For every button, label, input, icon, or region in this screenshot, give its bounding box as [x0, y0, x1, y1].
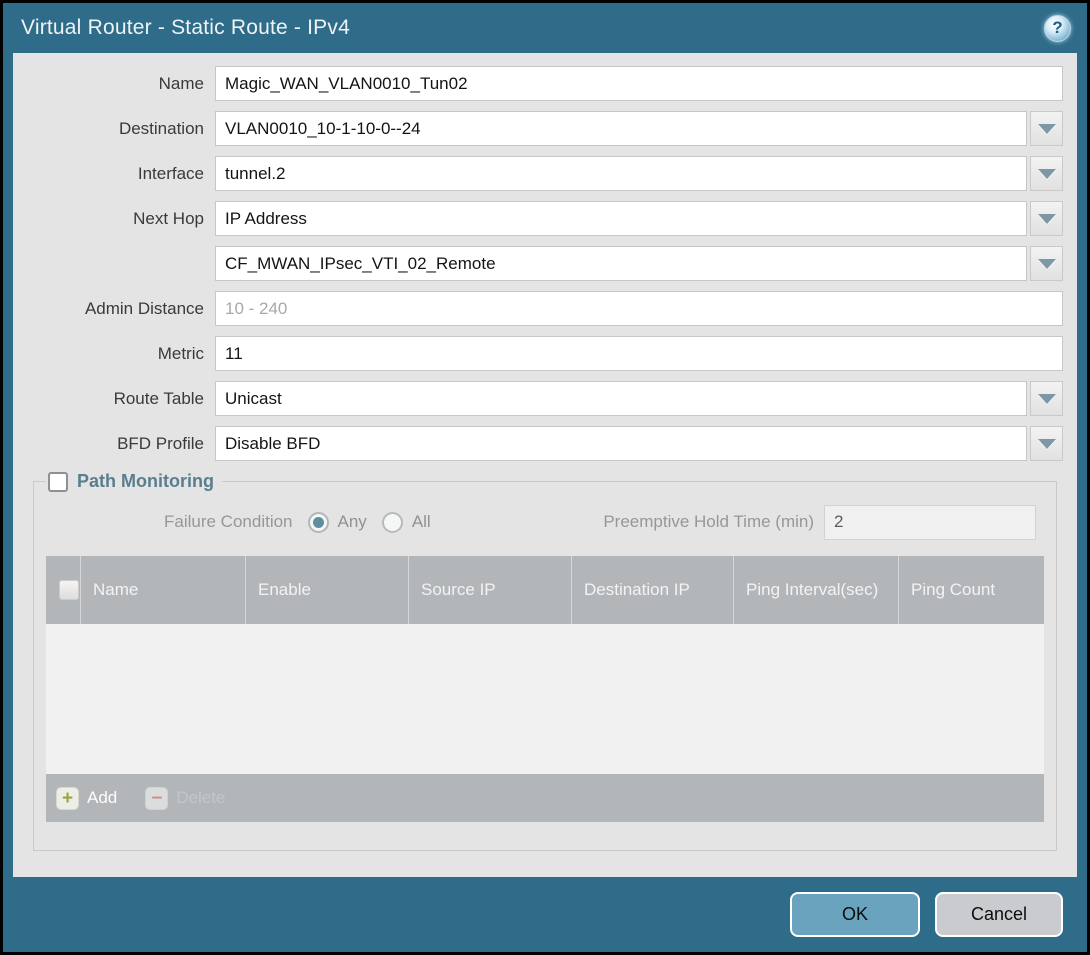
next-hop-address-input[interactable]: [215, 246, 1027, 281]
next-hop-type-input[interactable]: [215, 201, 1027, 236]
failure-condition-row: Failure Condition Any All Preemptive Hol…: [46, 504, 1044, 540]
next-hop-dropdown-button[interactable]: [1030, 201, 1063, 236]
destination-dropdown-button[interactable]: [1030, 111, 1063, 146]
dialog-footer: OK Cancel: [3, 877, 1087, 952]
select-all-checkbox[interactable]: [59, 580, 79, 600]
name-row: Name: [27, 66, 1063, 101]
delete-button-label: Delete: [176, 788, 225, 808]
static-route-dialog: Virtual Router - Static Route - IPv4 ? N…: [3, 3, 1087, 952]
failure-condition-any-label: Any: [338, 512, 367, 532]
cancel-button[interactable]: Cancel: [935, 892, 1063, 937]
chevron-down-icon: [1038, 169, 1056, 179]
path-monitoring-checkbox[interactable]: [48, 472, 68, 492]
help-icon[interactable]: ?: [1044, 15, 1071, 42]
interface-row: Interface: [27, 156, 1063, 191]
metric-row: Metric: [27, 336, 1063, 371]
chevron-down-icon: [1038, 259, 1056, 269]
plus-icon: +: [56, 787, 79, 810]
chevron-down-icon: [1038, 124, 1056, 134]
destination-label: Destination: [27, 119, 215, 139]
failure-condition-all-radio[interactable]: [382, 512, 403, 533]
add-button[interactable]: + Add: [56, 787, 117, 810]
interface-input[interactable]: [215, 156, 1027, 191]
destination-input[interactable]: [215, 111, 1027, 146]
route-table-label: Route Table: [27, 389, 215, 409]
route-table-row: Route Table: [27, 381, 1063, 416]
column-header-destination-ip[interactable]: Destination IP: [571, 556, 733, 624]
table-body-empty: [46, 624, 1044, 774]
name-label: Name: [27, 74, 215, 94]
bfd-profile-dropdown-button[interactable]: [1030, 426, 1063, 461]
admin-distance-input[interactable]: [215, 291, 1063, 326]
metric-label: Metric: [27, 344, 215, 364]
delete-button[interactable]: − Delete: [145, 787, 225, 810]
failure-condition-label: Failure Condition: [164, 512, 293, 532]
failure-condition-any-radio[interactable]: [308, 512, 329, 533]
bfd-profile-input[interactable]: [215, 426, 1027, 461]
admin-distance-row: Admin Distance: [27, 291, 1063, 326]
next-hop-label: Next Hop: [27, 209, 215, 229]
admin-distance-label: Admin Distance: [27, 299, 215, 319]
dialog-title: Virtual Router - Static Route - IPv4: [21, 16, 350, 40]
metric-input[interactable]: [215, 336, 1063, 371]
bfd-profile-row: BFD Profile: [27, 426, 1063, 461]
table-header-row: Name Enable Source IP Destination IP Pin…: [46, 556, 1044, 624]
preemptive-hold-time-label: Preemptive Hold Time (min): [603, 512, 814, 532]
next-hop-row: Next Hop: [27, 201, 1063, 236]
dialog-body: Name Destination Interface Next Hop: [13, 53, 1077, 877]
route-table-dropdown-button[interactable]: [1030, 381, 1063, 416]
path-monitoring-section: Path Monitoring Failure Condition Any Al…: [33, 471, 1057, 851]
preemptive-hold-time-input[interactable]: [824, 505, 1036, 540]
chevron-down-icon: [1038, 394, 1056, 404]
next-hop-address-row: [27, 246, 1063, 281]
destination-row: Destination: [27, 111, 1063, 146]
path-monitoring-table: Name Enable Source IP Destination IP Pin…: [46, 556, 1044, 822]
column-header-ping-count[interactable]: Ping Count: [898, 556, 1044, 624]
bfd-profile-label: BFD Profile: [27, 434, 215, 454]
interface-dropdown-button[interactable]: [1030, 156, 1063, 191]
interface-label: Interface: [27, 164, 215, 184]
chevron-down-icon: [1038, 214, 1056, 224]
column-header-enable[interactable]: Enable: [245, 556, 408, 624]
dialog-titlebar: Virtual Router - Static Route - IPv4 ?: [3, 3, 1087, 53]
path-monitoring-title: Path Monitoring: [77, 471, 214, 492]
add-button-label: Add: [87, 788, 117, 808]
failure-condition-all-label: All: [412, 512, 431, 532]
next-hop-address-dropdown-button[interactable]: [1030, 246, 1063, 281]
ok-button[interactable]: OK: [790, 892, 920, 937]
column-header-ping-interval[interactable]: Ping Interval(sec): [733, 556, 898, 624]
route-table-input[interactable]: [215, 381, 1027, 416]
column-header-source-ip[interactable]: Source IP: [408, 556, 571, 624]
table-header-checkbox-cell: [46, 556, 80, 624]
column-header-name[interactable]: Name: [80, 556, 245, 624]
chevron-down-icon: [1038, 439, 1056, 449]
minus-icon: −: [145, 787, 168, 810]
path-monitoring-legend: Path Monitoring: [46, 471, 222, 492]
name-input[interactable]: [215, 66, 1063, 101]
table-toolbar: + Add − Delete: [46, 774, 1044, 822]
